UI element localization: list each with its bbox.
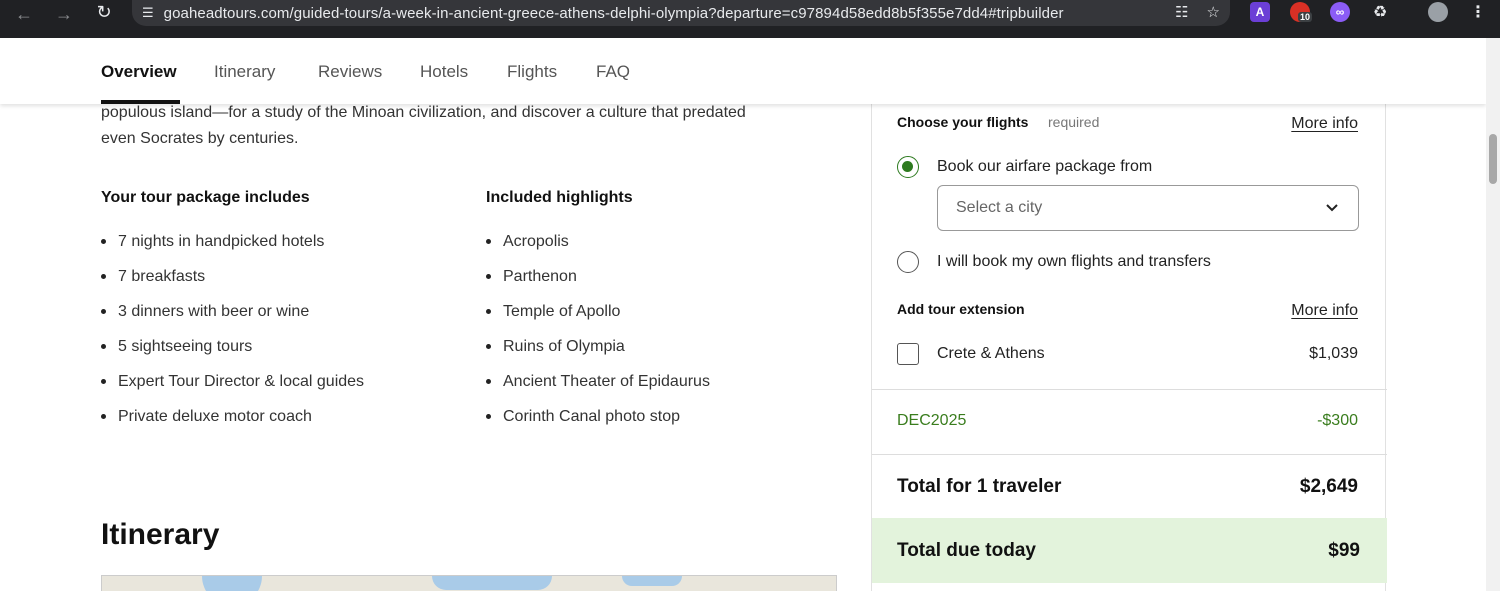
- highlights-title: Included highlights: [486, 189, 633, 206]
- city-select[interactable]: Select a city: [937, 185, 1359, 231]
- extension-label: Add tour extension: [897, 301, 1025, 317]
- extension-a-icon[interactable]: A: [1250, 2, 1270, 22]
- page-scrollbar[interactable]: [1486, 38, 1500, 591]
- crete-athens-checkbox[interactable]: [897, 343, 919, 365]
- chevron-down-icon: [1326, 204, 1338, 212]
- tab-overview[interactable]: Overview: [101, 62, 177, 82]
- list-item: Corinth Canal photo stop: [486, 399, 710, 434]
- tab-hotels[interactable]: Hotels: [420, 62, 468, 82]
- list-item: 7 nights in handpicked hotels: [101, 224, 364, 259]
- intro-text: populous island—for a study of the Minoa…: [101, 100, 821, 152]
- list-item: 5 sightseeing tours: [101, 329, 364, 364]
- scrollbar-thumb[interactable]: [1489, 134, 1497, 184]
- required-tag: required: [1048, 114, 1100, 130]
- bookmark-star-icon[interactable]: ☆: [1207, 3, 1220, 21]
- due-today-label: Total due today: [897, 540, 1036, 561]
- flights-more-info-link[interactable]: More info: [1291, 115, 1358, 133]
- map-sea-region: [202, 576, 262, 591]
- package-title: Your tour package includes: [101, 189, 310, 206]
- promo-code: DEC2025: [897, 412, 967, 429]
- list-item: Temple of Apollo: [486, 294, 710, 329]
- total-label: Total for 1 traveler: [897, 476, 1062, 497]
- list-item: Private deluxe motor coach: [101, 399, 364, 434]
- divider: [872, 389, 1387, 390]
- divider: [872, 454, 1387, 455]
- list-item: Ancient Theater of Epidaurus: [486, 364, 710, 399]
- page-content: Overview Itinerary Reviews Hotels Flight…: [0, 38, 1486, 591]
- browser-menu-icon[interactable]: ⋮: [1468, 2, 1488, 22]
- own-flights-label[interactable]: I will book my own flights and transfers: [937, 253, 1211, 271]
- airfare-package-radio[interactable]: [897, 156, 919, 178]
- section-tabs: Overview Itinerary Reviews Hotels Flight…: [0, 38, 1486, 104]
- extension-purple-icon[interactable]: ∞: [1330, 2, 1350, 22]
- trip-builder-panel: Choose your flights required More info B…: [871, 104, 1387, 591]
- itinerary-map[interactable]: [101, 575, 837, 591]
- total-value: $2,649: [1299, 476, 1358, 497]
- own-flights-radio[interactable]: [897, 251, 919, 273]
- tab-faq[interactable]: FAQ: [596, 62, 630, 82]
- address-bar[interactable]: ☰ goaheadtours.com/guided-tours/a-week-i…: [132, 0, 1230, 26]
- site-settings-icon[interactable]: ☰: [142, 5, 154, 21]
- city-select-placeholder: Select a city: [956, 199, 1043, 216]
- extension-badge: 10: [1298, 12, 1313, 22]
- package-list: 7 nights in handpicked hotels 7 breakfas…: [101, 224, 364, 434]
- promo-discount: -$300: [1317, 412, 1358, 429]
- flights-label: Choose your flights: [897, 114, 1029, 130]
- extension-red-icon[interactable]: 10: [1290, 2, 1313, 22]
- list-item: Expert Tour Director & local guides: [101, 364, 364, 399]
- url-text[interactable]: goaheadtours.com/guided-tours/a-week-in-…: [164, 5, 1064, 22]
- list-item: 7 breakfasts: [101, 259, 364, 294]
- profile-avatar[interactable]: [1428, 2, 1448, 22]
- extension-price: $1,039: [1309, 345, 1358, 362]
- extension-name[interactable]: Crete & Athens: [937, 345, 1045, 363]
- airfare-package-label[interactable]: Book our airfare package from: [937, 158, 1152, 176]
- highlights-list: Acropolis Parthenon Temple of Apollo Rui…: [486, 224, 710, 434]
- list-item: Acropolis: [486, 224, 710, 259]
- extension-more-info-link[interactable]: More info: [1291, 302, 1358, 320]
- map-sea-region: [622, 576, 682, 586]
- list-item: Ruins of Olympia: [486, 329, 710, 364]
- reload-icon[interactable]: ↻: [90, 0, 118, 26]
- due-today-bar: Total due today $99: [872, 518, 1387, 583]
- translate-icon[interactable]: ☷: [1175, 3, 1188, 21]
- tab-itinerary[interactable]: Itinerary: [214, 62, 275, 82]
- back-arrow-icon[interactable]: ←: [10, 0, 38, 28]
- forward-arrow-icon[interactable]: →: [50, 0, 78, 28]
- intro-line-2: even Socrates by centuries.: [101, 130, 299, 147]
- active-tab-indicator: [101, 100, 180, 104]
- list-item: 3 dinners with beer or wine: [101, 294, 364, 329]
- tab-reviews[interactable]: Reviews: [318, 62, 382, 82]
- itinerary-heading: Itinerary: [101, 518, 220, 551]
- list-item: Parthenon: [486, 259, 710, 294]
- due-today-value: $99: [1328, 540, 1360, 561]
- extensions-puzzle-icon[interactable]: ♻: [1370, 2, 1390, 22]
- map-sea-region: [432, 576, 552, 590]
- tab-flights[interactable]: Flights: [507, 62, 557, 82]
- browser-toolbar: ← → ↻ ☰ goaheadtours.com/guided-tours/a-…: [0, 0, 1500, 38]
